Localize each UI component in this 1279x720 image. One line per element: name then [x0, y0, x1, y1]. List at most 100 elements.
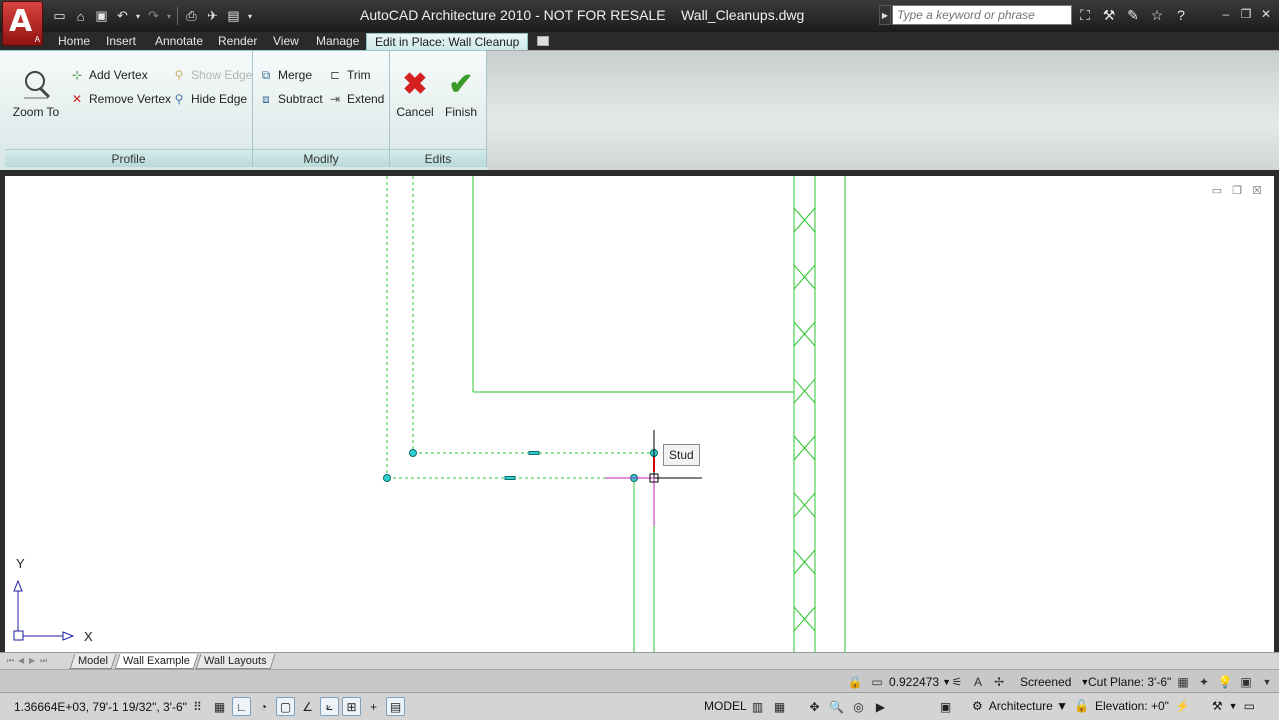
zoom-icon[interactable]: 🔍 [827, 697, 846, 716]
tab-edit-in-place[interactable]: Edit in Place: Wall Cleanup [366, 33, 529, 50]
workspace-controls: ⚙ Architecture ▼ 🔓 Elevation: +0" ⚡ ⚒ ▼ … [972, 699, 1255, 713]
surface-hatch-icon[interactable]: ▦ [1174, 673, 1192, 690]
settings-icon[interactable]: ⚒ [1212, 699, 1223, 713]
tab-annotate[interactable]: Annotate [155, 33, 203, 50]
ortho-icon[interactable]: ∟ [232, 697, 251, 716]
last-layout-icon[interactable]: ⏭ [40, 656, 48, 666]
lock-icon: 🔒 [847, 674, 863, 689]
maximize-viewport-icon[interactable]: ▣ [936, 697, 955, 716]
undo-icon[interactable]: ↶ [113, 7, 132, 25]
polar-icon[interactable]: ◔ [254, 697, 273, 716]
clean-screen-icon[interactable]: ▭ [1244, 699, 1255, 713]
merge-button[interactable]: ⧉ Merge [258, 67, 312, 83]
infocenter-icons: ⛶ ⚒ ✎ ☆ ? [1076, 6, 1190, 24]
finish-button[interactable]: ✔ Finish [440, 67, 482, 120]
quick-properties-icon[interactable]: ▤ [386, 697, 405, 716]
annotation-scale-lock[interactable]: 🔒 [846, 673, 864, 690]
subtract-button[interactable]: ⧈ Subtract [258, 91, 323, 107]
otrack-icon[interactable]: ∠ [298, 697, 317, 716]
redo-dropdown-icon[interactable]: ▾ [165, 7, 173, 25]
window-controls: – ❐ ✕ [1219, 7, 1273, 21]
lineweight-icon[interactable]: + [364, 697, 383, 716]
publish-icon[interactable]: ✈ [203, 7, 222, 25]
ribbon-minimize-icon[interactable] [537, 36, 549, 46]
dynamic-input-icon[interactable]: ⊞ [342, 697, 361, 716]
steering-wheel-icon[interactable]: ◎ [849, 697, 868, 716]
minimize-icon[interactable]: – [1219, 7, 1233, 21]
layout-tab-wall-example[interactable]: Wall Example [114, 654, 199, 669]
subtract-icon: ⧈ [262, 91, 270, 106]
hardware-acceleration-icon[interactable]: ⚡ [1175, 699, 1190, 713]
isolate-objects-icon[interactable]: ▣ [1237, 673, 1255, 690]
favorites-icon[interactable]: ☆ [1148, 6, 1166, 24]
layer-key-icon[interactable]: ✦ [1195, 673, 1213, 690]
trim-button[interactable]: ⊏ Trim [327, 67, 371, 83]
snap-mode-icon[interactable]: ⠿ [188, 697, 207, 716]
new-icon[interactable]: ▭ [50, 7, 69, 25]
subscription-icon[interactable]: ⚒ [1100, 6, 1118, 24]
application-menu-button[interactable]: A A [2, 1, 43, 46]
plot-icon[interactable]: ⎙ [182, 7, 201, 25]
zoom-to-button[interactable]: Zoom To [11, 67, 61, 119]
prev-layout-icon[interactable]: ◀ [18, 656, 26, 666]
window-title: AutoCAD Architecture 2010 - NOT FOR RESA… [360, 7, 805, 23]
communication-icon[interactable]: ✎ [1124, 6, 1142, 24]
drawing-canvas[interactable]: Stud Y X ▭ ❐ ☒ [5, 176, 1274, 652]
viewport-restore-icon[interactable]: ❐ [1230, 184, 1244, 197]
panel-title-modify: Modify [253, 149, 389, 167]
grid-icon[interactable]: ▦ [210, 697, 229, 716]
infocenter-expand-icon[interactable]: ▶ [879, 5, 891, 25]
restore-icon[interactable]: ❐ [1239, 7, 1253, 21]
workspace-icon[interactable]: ▤ [224, 7, 243, 25]
tab-render[interactable]: Render [218, 33, 257, 50]
elevation-field[interactable]: Elevation: +0" [1095, 699, 1169, 713]
model-space-button[interactable]: MODEL [704, 699, 747, 713]
workspace-switch-icon[interactable]: ⚙ [972, 699, 983, 713]
next-layout-icon[interactable]: ▶ [29, 656, 37, 666]
workspace-selector[interactable]: Architecture ▼ [989, 699, 1068, 713]
cancel-button[interactable]: ✖ Cancel [394, 67, 436, 120]
redo-icon[interactable]: ↷ [144, 7, 163, 25]
show-edge-button[interactable]: ⚲ Show Edge [171, 67, 253, 83]
drawing-status-bar: 🔒 ▭ 0.922473 ▼ ⚟ A ✢ Screened ▼ Cut Plan… [0, 669, 1279, 692]
help-icon[interactable]: ? [1172, 6, 1190, 24]
quick-view-layouts-icon[interactable]: ▥ [748, 697, 767, 716]
showmotion-icon[interactable]: ▶ [871, 697, 890, 716]
layout-tab-wall-layouts[interactable]: Wall Layouts [195, 654, 275, 669]
hide-edge-button[interactable]: ⚲ Hide Edge [171, 91, 247, 107]
ducs-icon[interactable]: ⟀ [320, 697, 339, 716]
status-menu-icon[interactable]: ▼ [1229, 701, 1238, 711]
remove-vertex-button[interactable]: ✕ Remove Vertex [69, 91, 171, 107]
drawing-status-menu-icon[interactable]: ▼ [1258, 673, 1276, 690]
coordinate-readout[interactable]: 1.36664E+03, 79'-1 19/32", 3'-6" [14, 700, 187, 714]
extend-button[interactable]: ⇥ Extend [327, 91, 384, 107]
binoculars-icon[interactable]: ⛶ [1076, 6, 1094, 24]
annotation-add-icon[interactable]: ✢ [990, 673, 1008, 690]
bulb-icon[interactable]: 💡 [1216, 673, 1234, 690]
cut-plane[interactable]: Cut Plane: 3'-6" [1088, 673, 1171, 690]
close-icon[interactable]: ✕ [1259, 7, 1273, 21]
osnap-icon[interactable]: ▢ [276, 697, 295, 716]
tab-manage[interactable]: Manage [316, 33, 359, 50]
pan-icon[interactable]: ✥ [805, 697, 824, 716]
auto-scale-icon[interactable]: A [969, 673, 987, 690]
open-icon[interactable]: ⌂ [71, 7, 90, 25]
toolbar-lock-icon[interactable]: 🔓 [1074, 699, 1089, 713]
layout-tab-model[interactable]: Model [69, 654, 117, 669]
search-input[interactable] [892, 5, 1072, 25]
viewport-minimize-icon[interactable]: ▭ [1210, 184, 1224, 197]
tab-insert[interactable]: Insert [106, 33, 136, 50]
viewport-close-icon[interactable]: ☒ [1250, 184, 1264, 197]
display-configuration[interactable]: Screened ▼ [1020, 673, 1089, 690]
tab-view[interactable]: View [273, 33, 299, 50]
quick-view-drawings-icon[interactable]: ▦ [770, 697, 789, 716]
add-vertex-button[interactable]: ⊹ Add Vertex [69, 67, 148, 83]
undo-dropdown-icon[interactable]: ▾ [134, 7, 142, 25]
merge-icon: ⧉ [261, 67, 271, 82]
tab-home[interactable]: Home [58, 33, 90, 50]
customize-qat-icon[interactable]: ▾ [245, 7, 255, 25]
annotation-visibility-icon[interactable]: ⚟ [948, 673, 966, 690]
annotation-scale[interactable]: ▭ 0.922473 ▼ [868, 673, 951, 690]
first-layout-icon[interactable]: ⏮ [7, 656, 15, 666]
save-icon[interactable]: ▣ [92, 7, 111, 25]
